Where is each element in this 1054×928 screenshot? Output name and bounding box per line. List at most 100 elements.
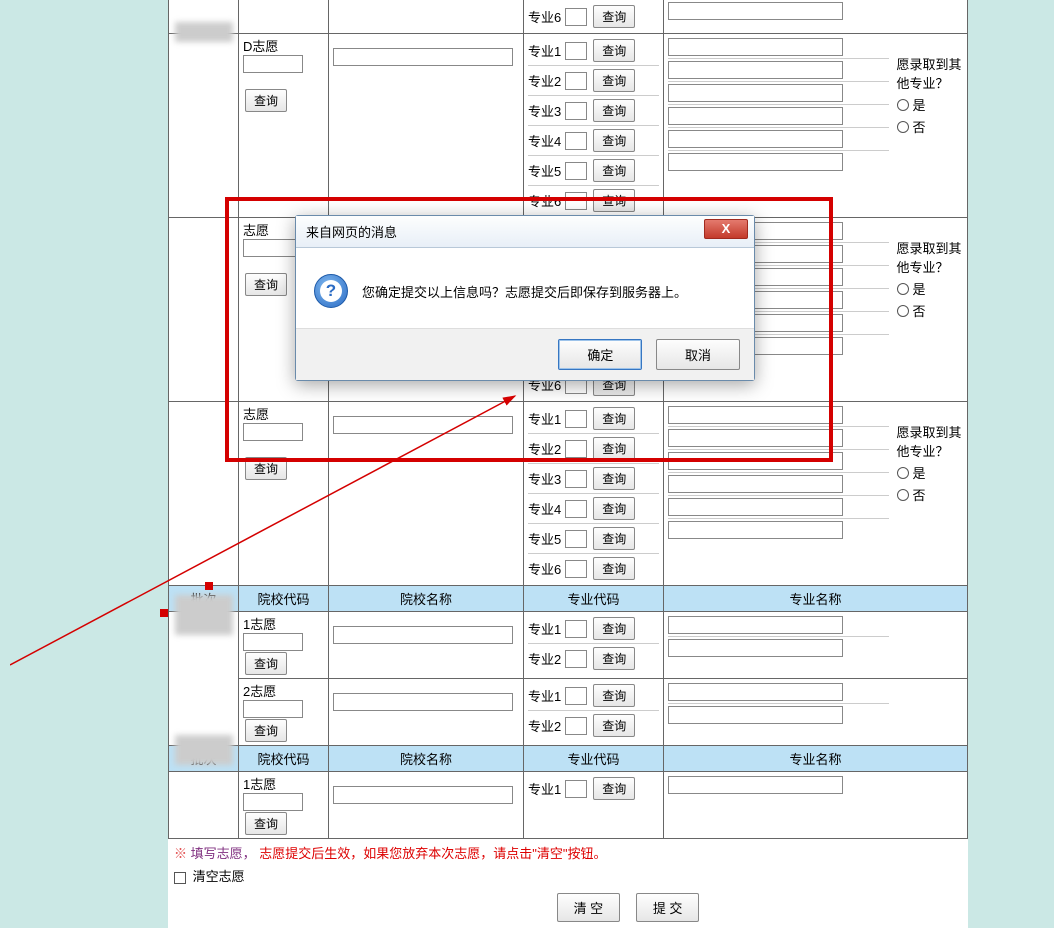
zhiyuan-f-label: 志愿: [243, 407, 269, 422]
th-major-name: 专业名称: [664, 586, 968, 612]
major-code-input[interactable]: [565, 470, 587, 488]
query-button[interactable]: 查询: [245, 652, 287, 675]
th-school-code: 院校代码: [239, 586, 329, 612]
query-button[interactable]: 查询: [593, 437, 635, 460]
other-admit-label: 愿录取到其他专业？: [897, 238, 964, 276]
query-button[interactable]: 查询: [245, 457, 287, 480]
dialog-close-button[interactable]: X: [704, 219, 748, 239]
major-name-input[interactable]: [668, 61, 843, 79]
clear-checkbox[interactable]: [174, 872, 186, 884]
major-code-input[interactable]: [565, 410, 587, 428]
zhiyuan-d-label: D志愿: [243, 39, 278, 54]
query-button[interactable]: 查询: [593, 189, 635, 212]
major-code-input[interactable]: [565, 192, 587, 210]
query-button[interactable]: 查询: [593, 467, 635, 490]
school-code-input[interactable]: [243, 633, 303, 651]
dialog-ok-button[interactable]: 确定: [558, 339, 642, 370]
th-major-code: 专业代码: [524, 586, 664, 612]
major-code-input[interactable]: [565, 560, 587, 578]
major-name-input[interactable]: [668, 498, 843, 516]
school-name-input[interactable]: [333, 693, 513, 711]
dialog-message: 您确定提交以上信息吗？志愿提交后即保存到服务器上。: [362, 282, 687, 301]
major-code-input[interactable]: [565, 717, 587, 735]
query-button[interactable]: 查询: [593, 69, 635, 92]
major-code-input[interactable]: [565, 687, 587, 705]
query-button[interactable]: 查询: [593, 527, 635, 550]
question-icon: ?: [314, 274, 348, 308]
major-code-input[interactable]: [565, 650, 587, 668]
major-name-input[interactable]: [668, 107, 843, 125]
school-code-input[interactable]: [243, 793, 303, 811]
major-name-input[interactable]: [668, 2, 843, 20]
query-button[interactable]: 查询: [593, 99, 635, 122]
query-button[interactable]: 查询: [593, 647, 635, 670]
school-name-input[interactable]: [333, 416, 513, 434]
query-button[interactable]: 查询: [593, 684, 635, 707]
dialog-cancel-button[interactable]: 取消: [656, 339, 740, 370]
school-code-input[interactable]: [243, 700, 303, 718]
query-button[interactable]: 查询: [593, 39, 635, 62]
major-name-input[interactable]: [668, 153, 843, 171]
major-name-input[interactable]: [668, 429, 843, 447]
major-name-input[interactable]: [668, 84, 843, 102]
submit-button[interactable]: 提 交: [636, 893, 700, 922]
form-frame: 专业6 查询 D志愿 查询 专业1查询 专业2查询 专业3查询: [168, 0, 968, 928]
school-name-input[interactable]: [333, 626, 513, 644]
major-code-input[interactable]: [565, 8, 587, 26]
query-button[interactable]: 查询: [593, 5, 635, 28]
major-name-input[interactable]: [668, 776, 843, 794]
radio-yes[interactable]: 是: [897, 95, 964, 114]
zhiyuan-e-label: 志愿: [243, 223, 269, 238]
major-code-input[interactable]: [565, 780, 587, 798]
radio-no[interactable]: 否: [897, 301, 964, 320]
query-button[interactable]: 查询: [593, 159, 635, 182]
query-button[interactable]: 查询: [593, 777, 635, 800]
major-code-input[interactable]: [565, 42, 587, 60]
th-major-name: 专业名称: [664, 746, 968, 772]
query-button[interactable]: 查询: [245, 273, 287, 296]
query-button[interactable]: 查询: [593, 129, 635, 152]
major-name-input[interactable]: [668, 706, 843, 724]
school-name-input[interactable]: [333, 786, 513, 804]
query-button[interactable]: 查询: [245, 719, 287, 742]
school-code-input[interactable]: [243, 55, 303, 73]
note-text: ※ 填写志愿， 志愿提交后生效，如果您放弃本次志愿，请点击"清空"按钮。: [174, 843, 962, 862]
query-button[interactable]: 查询: [593, 714, 635, 737]
major-code-input[interactable]: [565, 620, 587, 638]
query-button[interactable]: 查询: [593, 497, 635, 520]
major-name-input[interactable]: [668, 452, 843, 470]
zhiyuan-2-label: 2志愿: [243, 684, 276, 699]
major-name-input[interactable]: [668, 521, 843, 539]
school-name-input[interactable]: [333, 48, 513, 66]
major-code-input[interactable]: [565, 530, 587, 548]
radio-no[interactable]: 否: [897, 117, 964, 136]
major-name-input[interactable]: [668, 683, 843, 701]
radio-yes[interactable]: 是: [897, 279, 964, 298]
major-name-input[interactable]: [668, 406, 843, 424]
major-code-input[interactable]: [565, 72, 587, 90]
school-code-input[interactable]: [243, 423, 303, 441]
clear-button[interactable]: 清 空: [557, 893, 621, 922]
school-code-input[interactable]: [243, 239, 303, 257]
query-button[interactable]: 查询: [593, 617, 635, 640]
query-button[interactable]: 查询: [593, 407, 635, 430]
volunteer-table: 专业6 查询 D志愿 查询 专业1查询 专业2查询 专业3查询: [168, 0, 968, 839]
query-button[interactable]: 查询: [245, 89, 287, 112]
major-name-input[interactable]: [668, 130, 843, 148]
clear-checkbox-label: 清空志愿: [193, 869, 245, 884]
major-name-input[interactable]: [668, 38, 843, 56]
query-button[interactable]: 查询: [593, 557, 635, 580]
major-name-input[interactable]: [668, 475, 843, 493]
radio-no[interactable]: 否: [897, 485, 964, 504]
major-name-input[interactable]: [668, 639, 843, 657]
th-school-name: 院校名称: [329, 586, 524, 612]
major-name-input[interactable]: [668, 616, 843, 634]
major-code-input[interactable]: [565, 440, 587, 458]
major-code-input[interactable]: [565, 500, 587, 518]
major-code-input[interactable]: [565, 162, 587, 180]
radio-yes[interactable]: 是: [897, 463, 964, 482]
major-code-input[interactable]: [565, 102, 587, 120]
other-admit-label: 愿录取到其他专业？: [897, 422, 964, 460]
query-button[interactable]: 查询: [245, 812, 287, 835]
major-code-input[interactable]: [565, 132, 587, 150]
